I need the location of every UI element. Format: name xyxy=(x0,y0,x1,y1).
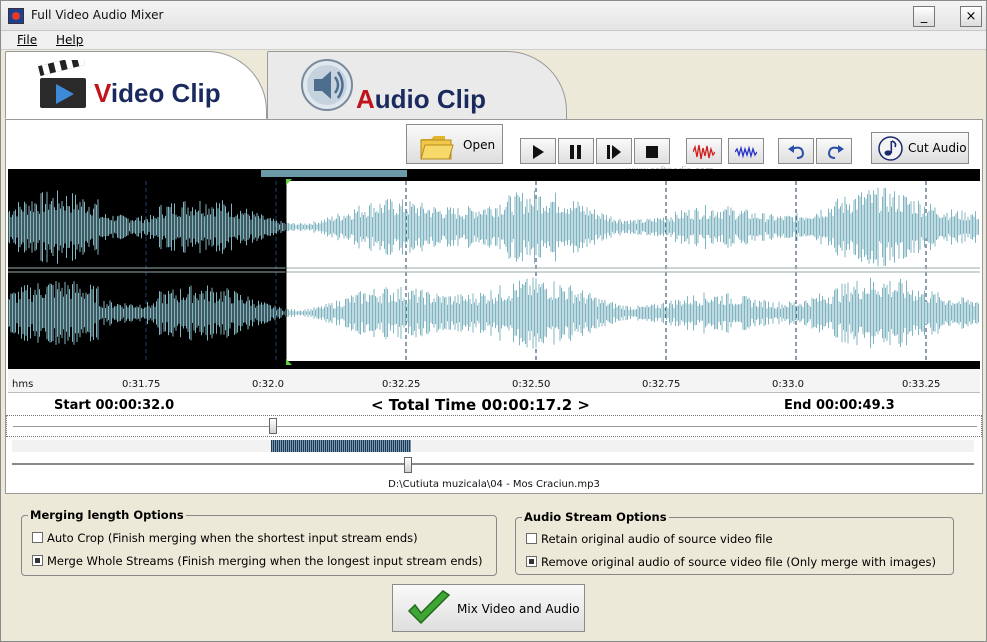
remove-audio-label: Remove original audio of source video fi… xyxy=(541,555,936,569)
open-button-label: Open xyxy=(463,138,496,152)
merge-whole-checkbox[interactable] xyxy=(32,555,43,566)
slider-track xyxy=(13,426,977,428)
play-button[interactable] xyxy=(520,138,556,164)
tab-strip: Video Clip Audio Clip xyxy=(5,51,983,119)
position-slider[interactable] xyxy=(6,415,982,437)
audio-stream-options-group: Audio Stream Options Retain original aud… xyxy=(515,510,954,575)
title-bar[interactable]: Full Video Audio Mixer _ × xyxy=(1,1,986,31)
merge-whole-label: Merge Whole Streams (Finish merging when… xyxy=(47,554,483,568)
step-button[interactable] xyxy=(596,138,632,164)
merge-whole-option[interactable]: Merge Whole Streams (Finish merging when… xyxy=(32,554,482,568)
window-title: Full Video Audio Mixer xyxy=(31,8,164,22)
redo-icon xyxy=(827,145,844,159)
overview-selection xyxy=(271,440,411,452)
waveform-blue-icon xyxy=(735,145,757,159)
clapperboard-icon xyxy=(38,60,86,108)
auto-crop-label: Auto Crop (Finish merging when the short… xyxy=(47,531,418,545)
timeline-tick-label: 0:32.50 xyxy=(512,379,551,390)
merging-options-group: Merging length Options Auto Crop (Finish… xyxy=(21,508,497,576)
undo-button[interactable] xyxy=(778,138,814,164)
remove-audio-option[interactable]: Remove original audio of source video fi… xyxy=(526,555,936,569)
folder-icon xyxy=(420,136,454,160)
pause-button[interactable] xyxy=(558,138,594,164)
timeline-tick-label: 0:33.0 xyxy=(772,379,804,390)
merging-options-title: Merging length Options xyxy=(28,508,186,522)
waveform-canvas xyxy=(8,170,980,365)
mix-video-audio-button[interactable]: Mix Video and Audio xyxy=(392,584,585,632)
overview-slider-thumb[interactable] xyxy=(404,457,412,473)
menu-help[interactable]: Help xyxy=(56,33,83,47)
waveform-view[interactable] xyxy=(8,169,980,369)
music-note-icon xyxy=(878,136,903,161)
audio-panel: Open Cut Audio hms 0:31.75 0:32.0 0:32.2… xyxy=(5,119,983,494)
speaker-icon xyxy=(301,59,353,111)
retain-audio-label: Retain original audio of source video fi… xyxy=(541,532,773,546)
tab-video-label: Video Clip xyxy=(94,78,221,108)
red-wave-button[interactable] xyxy=(686,138,722,164)
stop-button[interactable] xyxy=(634,138,670,164)
auto-crop-checkbox[interactable] xyxy=(32,532,43,543)
timeline-tick-label: 0:32.25 xyxy=(382,379,421,390)
redo-button[interactable] xyxy=(816,138,852,164)
stop-icon xyxy=(646,146,658,158)
waveform-scroll-marker xyxy=(261,170,407,177)
menu-file[interactable]: File xyxy=(17,33,37,47)
timeline-unit: hms xyxy=(12,379,34,390)
menu-bar: File Help xyxy=(1,31,986,50)
timeline-tick-label: 0:32.0 xyxy=(252,379,284,390)
time-readout: Start 00:00:32.0 < Total Time 00:00:17.2… xyxy=(6,396,982,414)
tab-audio-label: Audio Clip xyxy=(356,84,486,114)
timeline-tick-label: 0:31.75 xyxy=(122,379,161,390)
minimize-button[interactable]: _ xyxy=(913,6,935,27)
main-window: Full Video Audio Mixer _ × File Help Vid… xyxy=(0,0,987,642)
close-button[interactable]: × xyxy=(960,6,982,27)
retain-audio-checkbox[interactable] xyxy=(526,533,537,544)
cut-audio-button[interactable]: Cut Audio xyxy=(871,132,969,164)
undo-icon xyxy=(788,145,805,159)
remove-audio-checkbox[interactable] xyxy=(526,556,537,567)
file-path: D:\Cutiuta muzicala\04 - Mos Craciun.mp3 xyxy=(388,479,600,490)
blue-wave-button[interactable] xyxy=(728,138,764,164)
tab-video-clip[interactable]: Video Clip xyxy=(5,51,267,119)
overview-waveform[interactable] xyxy=(12,440,974,452)
total-time: < Total Time 00:00:17.2 > xyxy=(371,396,590,414)
mix-button-label: Mix Video and Audio xyxy=(457,602,580,616)
start-time: Start 00:00:32.0 xyxy=(54,398,175,413)
step-icon xyxy=(607,145,621,159)
play-icon xyxy=(533,145,544,159)
app-icon xyxy=(8,8,24,24)
auto-crop-option[interactable]: Auto Crop (Finish merging when the short… xyxy=(32,531,418,545)
tab-audio-clip[interactable]: Audio Clip xyxy=(267,51,567,119)
overview-slider-track xyxy=(12,463,974,465)
checkmark-icon xyxy=(407,590,451,625)
retain-audio-option[interactable]: Retain original audio of source video fi… xyxy=(526,532,773,546)
open-button[interactable]: Open xyxy=(406,124,503,164)
waveform-red-icon xyxy=(693,144,715,160)
end-time: End 00:00:49.3 xyxy=(784,398,895,413)
slider-thumb[interactable] xyxy=(269,418,277,434)
timeline-tick-label: 0:33.25 xyxy=(902,379,941,390)
pause-icon xyxy=(570,145,581,159)
timeline-tick-label: 0:32.75 xyxy=(642,379,681,390)
cut-audio-label: Cut Audio xyxy=(908,141,967,155)
timeline-ruler: hms 0:31.75 0:32.0 0:32.25 0:32.50 0:32.75 0:… xyxy=(8,369,980,393)
audio-stream-options-title: Audio Stream Options xyxy=(522,510,669,524)
